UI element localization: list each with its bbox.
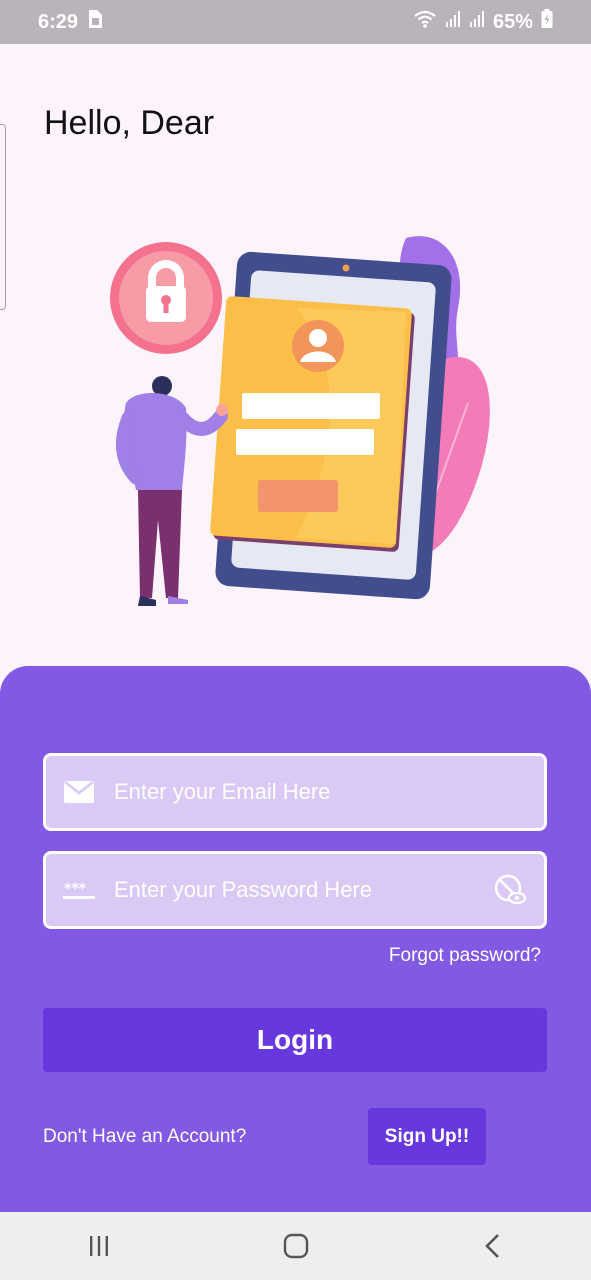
- email-input[interactable]: [112, 778, 544, 806]
- login-button[interactable]: Login: [43, 1008, 547, 1072]
- signup-button[interactable]: Sign Up!!: [368, 1108, 486, 1165]
- battery-percent: 65%: [492, 10, 533, 33]
- password-field[interactable]: ***: [43, 851, 547, 929]
- visibility-toggle-icon[interactable]: [492, 874, 528, 906]
- password-dots-icon: ***: [62, 880, 96, 900]
- sim-card-icon: [86, 9, 104, 35]
- edge-panel-handle[interactable]: [0, 124, 6, 310]
- navigation-bar: [0, 1212, 591, 1280]
- login-security-illustration: [96, 228, 506, 608]
- forgot-password-link[interactable]: Forgot password?: [389, 945, 541, 967]
- back-icon[interactable]: [463, 1221, 523, 1271]
- battery-charging-icon: [541, 9, 553, 35]
- status-bar: 6:29 65%: [0, 0, 591, 44]
- no-account-label: Don't Have an Account?: [43, 1126, 247, 1147]
- wifi-icon: [413, 10, 437, 34]
- signal-icon: [469, 10, 485, 34]
- status-time: 6:29: [38, 10, 79, 33]
- email-field[interactable]: [43, 753, 547, 831]
- signal-icon: [445, 10, 461, 34]
- mail-icon: [62, 781, 96, 803]
- status-bar-left: 6:29: [38, 9, 104, 35]
- password-input[interactable]: [112, 876, 492, 904]
- home-icon[interactable]: [266, 1221, 326, 1271]
- recent-apps-icon[interactable]: [69, 1221, 129, 1271]
- status-bar-right: 65%: [413, 9, 553, 35]
- svg-text:***: ***: [64, 881, 87, 897]
- greeting-title: Hello, Dear: [44, 104, 215, 142]
